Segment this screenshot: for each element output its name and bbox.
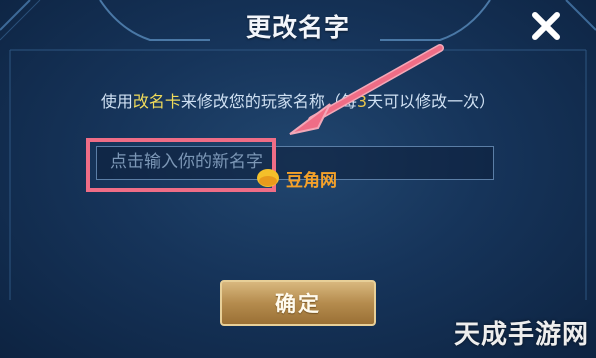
confirm-button[interactable]: 确定 [220, 280, 376, 326]
watermark-bottom: 天成手游网 [454, 320, 590, 350]
rename-dialog: 更改名字 使用改名卡来修改您的玩家名称（每3天可以修改一次） 点击输入你的新名字… [0, 0, 596, 358]
watermark-top-text: 豆角网 [286, 170, 337, 191]
bean-logo-icon [257, 169, 279, 187]
watermark-top: 豆角网 [256, 164, 337, 192]
